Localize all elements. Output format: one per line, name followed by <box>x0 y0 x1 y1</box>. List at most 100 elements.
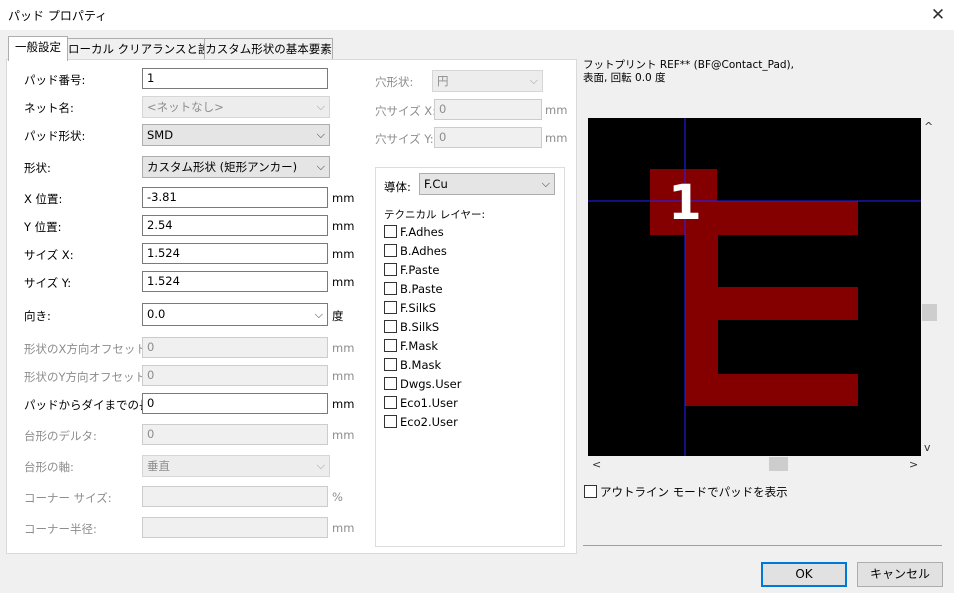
corner-radius-input[interactable] <box>142 517 328 538</box>
offset-y-unit: mm <box>332 369 355 383</box>
tab-general[interactable]: 一般設定 <box>8 36 68 61</box>
copper-layer-select[interactable]: F.Cu ⌵ <box>419 173 555 195</box>
preview-info-line2: 表面, 回転 0.0 度 <box>583 72 666 84</box>
offset-y-label: 形状のY方向オフセット: <box>24 370 150 384</box>
chevron-down-icon: ⌵ <box>316 160 325 173</box>
checkbox-icon <box>384 282 397 295</box>
scroll-down-icon[interactable]: v <box>924 441 931 454</box>
x-position-label: X 位置: <box>24 192 63 206</box>
net-name-select[interactable]: <ネットなし> ⌵ <box>142 96 330 118</box>
size-y-input[interactable]: 1.524 <box>142 271 328 292</box>
layer-checkbox-b-adhes[interactable]: B.Adhes <box>384 244 447 258</box>
layer-checkbox-b-paste[interactable]: B.Paste <box>384 282 443 296</box>
pad-number-label-preview: 1 <box>668 175 701 231</box>
pad-type-select[interactable]: SMD ⌵ <box>142 124 330 146</box>
checkbox-icon <box>384 415 397 428</box>
trapezoid-axis-value: 垂直 <box>147 459 170 473</box>
pad-preview-drawing: 1 <box>588 118 921 456</box>
tab-custom-shape-primitives[interactable]: カスタム形状の基本要素 <box>204 38 333 60</box>
button-separator <box>583 545 942 546</box>
y-position-label: Y 位置: <box>24 220 62 234</box>
layer-label: Dwgs.User <box>400 377 462 391</box>
scroll-right-icon[interactable]: > <box>909 458 918 471</box>
offset-x-label: 形状のX方向オフセット: <box>24 342 151 356</box>
layer-label: F.Mask <box>400 339 439 353</box>
trapezoid-delta-input[interactable]: 0 <box>142 424 328 445</box>
chevron-down-icon: ⌵ <box>316 128 325 141</box>
scroll-left-icon[interactable]: < <box>592 458 601 471</box>
layer-label: B.Adhes <box>400 244 447 258</box>
layer-checkbox-f-mask[interactable]: F.Mask <box>384 339 438 353</box>
offset-x-unit: mm <box>332 341 355 355</box>
checkbox-icon <box>384 244 397 257</box>
layer-label: F.Paste <box>400 263 440 277</box>
size-y-unit: mm <box>332 275 355 289</box>
drill-size-y-unit: mm <box>545 131 568 145</box>
drill-size-y-label: 穴サイズ Y: <box>375 132 434 146</box>
layer-checkbox-f-silks[interactable]: F.SilkS <box>384 301 436 315</box>
size-y-label: サイズ Y: <box>24 276 72 290</box>
layer-label: Eco2.User <box>400 415 458 429</box>
drill-size-x-input[interactable]: 0 <box>434 99 542 120</box>
layer-label: Eco1.User <box>400 396 458 410</box>
pad-number-input[interactable]: 1 <box>142 68 328 89</box>
checkbox-icon <box>384 263 397 276</box>
size-x-input[interactable]: 1.524 <box>142 243 328 264</box>
offset-x-input[interactable]: 0 <box>142 337 328 358</box>
layer-checkbox-b-mask[interactable]: B.Mask <box>384 358 441 372</box>
shape-select[interactable]: カスタム形状 (矩形アンカー) ⌵ <box>142 156 330 178</box>
shape-value: カスタム形状 (矩形アンカー) <box>147 160 298 174</box>
chevron-down-icon: ⌵ <box>541 177 550 190</box>
layer-checkbox-dwgs-user[interactable]: Dwgs.User <box>384 377 461 391</box>
die-length-input[interactable]: 0 <box>142 393 328 414</box>
corner-size-input[interactable] <box>142 486 328 507</box>
checkbox-icon <box>584 485 597 498</box>
trapezoid-axis-select[interactable]: 垂直 ⌵ <box>142 455 330 477</box>
offset-y-input[interactable]: 0 <box>142 365 328 386</box>
checkbox-icon <box>384 339 397 352</box>
drill-size-x-unit: mm <box>545 103 568 117</box>
checkbox-icon <box>384 377 397 390</box>
vertical-scrollbar-thumb[interactable] <box>922 304 937 321</box>
cancel-button[interactable]: キャンセル <box>857 562 943 587</box>
corner-size-label: コーナー サイズ: <box>24 491 112 505</box>
drill-shape-label: 穴形状: <box>375 75 414 89</box>
die-length-unit: mm <box>332 397 355 411</box>
checkbox-icon <box>384 358 397 371</box>
pad-type-label: パッド形状: <box>24 129 86 143</box>
pad-preview-canvas[interactable]: 1 <box>588 118 921 456</box>
title-bar <box>0 0 954 30</box>
copper-layer-value: F.Cu <box>424 177 448 191</box>
layer-label: B.SilkS <box>400 320 440 334</box>
layer-label: B.Mask <box>400 358 442 372</box>
layer-label: F.SilkS <box>400 301 437 315</box>
tab-local-clearance[interactable]: ローカル クリアランスと設定 <box>67 38 221 60</box>
checkbox-icon <box>384 225 397 238</box>
layer-label: F.Adhes <box>400 225 444 239</box>
orientation-unit: 度 <box>332 309 344 323</box>
checkbox-icon <box>384 301 397 314</box>
layer-checkbox-f-adhes[interactable]: F.Adhes <box>384 225 444 239</box>
pad-type-value: SMD <box>147 128 174 142</box>
chevron-down-icon: ⌵ <box>316 100 325 113</box>
drill-shape-value: 円 <box>437 74 449 88</box>
layer-checkbox-b-silks[interactable]: B.SilkS <box>384 320 439 334</box>
layer-checkbox-f-paste[interactable]: F.Paste <box>384 263 439 277</box>
orientation-combobox[interactable]: 0.0 ⌵ <box>142 303 328 326</box>
horizontal-scrollbar-thumb[interactable] <box>769 457 788 471</box>
drill-size-y-input[interactable]: 0 <box>434 127 542 148</box>
scroll-up-icon[interactable]: ^ <box>924 120 933 133</box>
size-x-unit: mm <box>332 247 355 261</box>
window-title: パッド プロパティ <box>8 9 108 23</box>
y-position-input[interactable]: 2.54 <box>142 215 328 236</box>
close-icon[interactable]: ✕ <box>928 4 948 26</box>
copper-layer-label: 導体: <box>384 180 411 194</box>
checkbox-icon <box>384 396 397 409</box>
x-position-unit: mm <box>332 191 355 205</box>
layer-checkbox-eco2-user[interactable]: Eco2.User <box>384 415 458 429</box>
layer-checkbox-eco1-user[interactable]: Eco1.User <box>384 396 458 410</box>
drill-shape-select[interactable]: 円 ⌵ <box>432 70 543 92</box>
outline-mode-checkbox[interactable]: アウトライン モードでパッドを表示 <box>584 484 788 500</box>
x-position-input[interactable]: -3.81 <box>142 187 328 208</box>
ok-button[interactable]: OK <box>761 562 847 587</box>
